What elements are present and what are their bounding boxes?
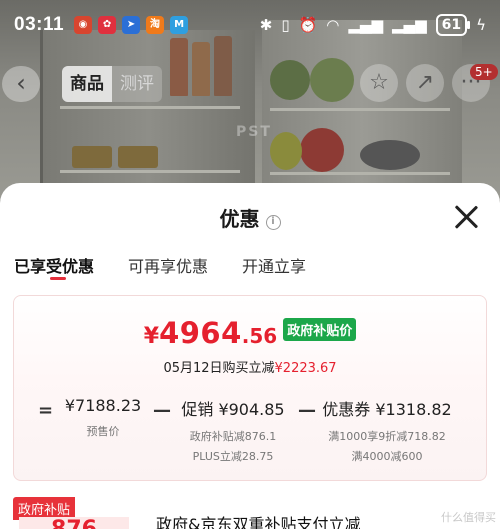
- xiaohongshu-icon: ✿: [98, 16, 117, 34]
- vegetable: [270, 60, 310, 100]
- price-decimal: .56: [241, 324, 278, 348]
- price-integer: 4964: [159, 316, 242, 350]
- product-tabs: 商品 测评: [62, 66, 162, 102]
- gov-subsidy-detail: 政府补贴减876.1: [189, 430, 277, 443]
- price-breakdown-card: ¥ 4964 .56 政府补贴价 05月12日购买立减¥2223.67 = ¥7…: [13, 295, 487, 481]
- favorite-star-icon[interactable]: ☆: [360, 64, 398, 102]
- alarm-icon: ⏰: [298, 16, 318, 34]
- close-icon[interactable]: [452, 203, 480, 231]
- wifi-icon: ◠: [326, 16, 340, 34]
- grapes: [360, 140, 420, 170]
- tab-more-discounts[interactable]: 可再享优惠: [128, 251, 208, 287]
- coupon-detail-1: 满1000享9折减718.82: [328, 430, 446, 443]
- savings-amount: ¥2223.67: [274, 361, 337, 376]
- subsidy-amount: 876: [19, 517, 129, 529]
- pepper: [300, 128, 344, 172]
- bluetooth-icon: ✱: [259, 16, 273, 34]
- promotion-column: 促销 ¥904.85 政府补贴减876.1 PLUS立减28.75: [178, 396, 288, 467]
- status-bar: 03:11 ◉ ✿ ➤ 淘 M ✱ ▯ ⏰ ◠ ▂▄▆ ▂▄▆ 61 ϟ: [0, 0, 500, 50]
- system-icons: ✱ ▯ ⏰ ◠ ▂▄▆ ▂▄▆ 61 ϟ: [260, 14, 486, 36]
- tab-review[interactable]: 测评: [112, 66, 162, 102]
- signal-icon: ▂▄▆: [348, 16, 383, 34]
- tab-product[interactable]: 商品: [62, 66, 112, 102]
- taobao-icon: 淘: [146, 16, 165, 34]
- clock: 03:11: [14, 14, 65, 35]
- presale-price: ¥7188.23: [64, 396, 142, 415]
- notification-icons: ◉ ✿ ➤ 淘 M: [74, 16, 189, 34]
- sheet-title: 优惠: [219, 207, 260, 231]
- price-calculation: = ¥7188.23 预售价 — 促销 ¥904.85 政府补贴减876.1 P…: [14, 396, 488, 478]
- corner-watermark: 什么值得买: [441, 511, 496, 524]
- weibo-icon: ◉: [74, 16, 93, 34]
- shelf: [270, 172, 450, 175]
- savings-line: 05月12日购买立减¥2223.67: [14, 357, 486, 376]
- vibrate-icon: ▯: [281, 16, 290, 34]
- pointer-app-icon: ➤: [122, 16, 141, 34]
- shelf: [60, 106, 240, 109]
- currency-symbol: ¥: [143, 324, 160, 349]
- discount-tabs: 已享受优惠 可再享优惠 开通立享: [0, 251, 500, 287]
- presale-price-column: ¥7188.23 预售价: [64, 396, 142, 442]
- share-icon[interactable]: ↗: [406, 64, 444, 102]
- sheet-title-row: 优惠 i: [0, 203, 500, 232]
- promotion-amount: 促销 ¥904.85: [181, 400, 285, 419]
- info-icon[interactable]: i: [265, 215, 281, 230]
- minus-sign: —: [298, 400, 316, 421]
- coupon-column: 优惠券 ¥1318.82 满1000享9折减718.82 满4000减600: [322, 396, 452, 467]
- final-price: ¥ 4964 .56 政府补贴价: [14, 316, 486, 350]
- battery-indicator: 61: [435, 14, 471, 36]
- store-app-icon: M: [170, 16, 189, 34]
- tab-activate-discounts[interactable]: 开通立享: [242, 251, 306, 287]
- charging-icon: ϟ: [476, 16, 486, 34]
- fruit-basket: [72, 146, 112, 168]
- equals-sign: =: [38, 400, 54, 421]
- sheet-header: 优惠 i: [0, 183, 500, 251]
- plus-discount-detail: PLUS立减28.75: [192, 450, 274, 463]
- bottle: [192, 42, 210, 96]
- presale-label: 预售价: [86, 425, 120, 438]
- fruit-basket: [118, 146, 158, 168]
- pepper: [270, 132, 302, 170]
- subsidy-description: 政府&京东双重补贴支付立减: [156, 515, 361, 529]
- subsidy-item[interactable]: 政府补贴 876 政府&京东双重补贴支付立减: [13, 497, 487, 529]
- vegetable: [310, 58, 354, 102]
- signal-icon: ▂▄▆: [392, 16, 427, 34]
- promotion-detail: 政府补贴减876.1 PLUS立减28.75: [178, 427, 288, 467]
- discount-sheet: 优惠 i 已享受优惠 可再享优惠 开通立享 ¥ 4964 .56 政府补贴价 05…: [0, 183, 500, 529]
- coupon-detail: 满1000享9折减718.82 满4000减600: [322, 427, 452, 467]
- brand-watermark: PST: [236, 124, 272, 140]
- shelf: [60, 170, 240, 173]
- coupon-amount: 优惠券 ¥1318.82: [322, 400, 452, 419]
- back-button[interactable]: ‹: [2, 66, 40, 102]
- savings-prefix: 05月12日购买立减: [163, 361, 275, 376]
- product-page-background: 03:11 ◉ ✿ ➤ 淘 M ✱ ▯ ⏰ ◠ ▂▄▆ ▂▄▆ 61 ϟ ‹ 商…: [0, 0, 500, 200]
- cart-count-badge: 5+: [470, 64, 498, 80]
- shelf: [270, 108, 450, 111]
- minus-sign: —: [153, 400, 171, 421]
- gov-subsidy-badge: 政府补贴价: [283, 317, 357, 341]
- tab-enjoyed-discounts[interactable]: 已享受优惠: [14, 251, 94, 287]
- coupon-detail-2: 满4000减600: [351, 450, 423, 463]
